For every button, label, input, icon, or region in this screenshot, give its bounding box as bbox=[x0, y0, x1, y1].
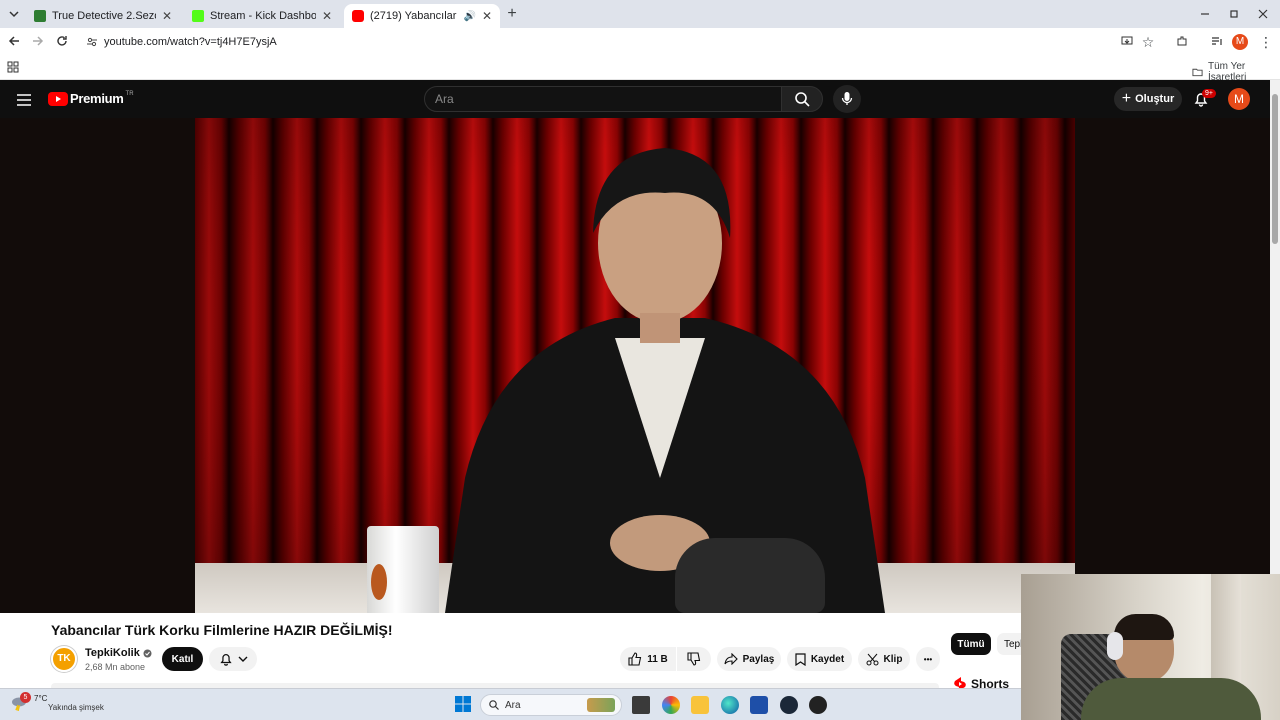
youtube-header: Premium TR + Oluştur 9+ M bbox=[0, 80, 1280, 118]
browser-menu-icon[interactable]: ⋮ bbox=[1257, 33, 1275, 51]
notifications-badge: 9+ bbox=[1202, 89, 1216, 98]
scrollbar-thumb[interactable] bbox=[1272, 94, 1278, 244]
reload-icon[interactable] bbox=[53, 33, 71, 51]
chip-all[interactable]: Tümü bbox=[951, 633, 991, 655]
weather-temperature: 7°C bbox=[34, 694, 48, 703]
page-scrollbar[interactable] bbox=[1270, 80, 1280, 575]
youtube-favicon-icon bbox=[352, 10, 364, 22]
edge-browser-icon[interactable] bbox=[721, 696, 739, 714]
new-tab-button[interactable]: + bbox=[503, 5, 521, 23]
tab-search-chevron-icon[interactable] bbox=[5, 5, 23, 23]
tab-close-icon[interactable]: ✕ bbox=[322, 9, 332, 23]
copilot-icon[interactable] bbox=[662, 696, 680, 714]
webcam-overlay bbox=[1021, 574, 1280, 720]
microsoft-store-icon[interactable] bbox=[750, 696, 768, 714]
youtube-premium-logo[interactable]: Premium TR bbox=[48, 91, 134, 106]
task-view-icon[interactable] bbox=[632, 696, 650, 714]
bookmarks-bar: Tüm Yer İşaretleri bbox=[0, 56, 1280, 83]
mug-logo-icon bbox=[371, 564, 387, 600]
weather-alert-badge: 5 bbox=[20, 692, 31, 703]
weather-description: Yakında şimşek bbox=[48, 703, 104, 712]
join-button[interactable]: Katıl bbox=[162, 647, 203, 671]
dislike-button[interactable] bbox=[677, 647, 711, 671]
obs-studio-icon[interactable] bbox=[809, 696, 827, 714]
url-bar[interactable]: youtube.com/watch?v=tj4H7E7ysjA bbox=[80, 31, 1100, 53]
verified-check-icon bbox=[143, 649, 152, 657]
windows-start-icon[interactable] bbox=[455, 696, 471, 717]
site-info-icon[interactable] bbox=[86, 36, 98, 51]
bookmark-save-icon bbox=[795, 652, 806, 666]
share-button[interactable]: Paylaş bbox=[717, 647, 781, 671]
youtube-play-logo-icon bbox=[48, 91, 68, 106]
apps-grid-icon[interactable] bbox=[7, 61, 19, 76]
browser-tab-youtube[interactable]: (2719) Yabancılar Türk Korku 🔊 ✕ bbox=[344, 4, 500, 28]
presenter-figure bbox=[445, 148, 885, 613]
chevron-down-icon bbox=[238, 656, 247, 662]
search-button[interactable] bbox=[781, 86, 823, 112]
more-actions-button[interactable]: ••• bbox=[916, 647, 940, 671]
browser-address-bar: youtube.com/watch?v=tj4H7E7ysjA ☆ M ⋮ bbox=[0, 28, 1280, 56]
share-arrow-icon bbox=[724, 653, 738, 665]
media-controls-icon[interactable] bbox=[1208, 33, 1226, 51]
browser-tab-kick-dashboard[interactable]: Stream - Kick Dashboard ✕ bbox=[184, 4, 340, 28]
headset bbox=[1107, 632, 1123, 660]
url-text: youtube.com/watch?v=tj4H7E7ysjA bbox=[104, 36, 277, 48]
plus-icon: + bbox=[1121, 90, 1132, 107]
streamer-shirt bbox=[1081, 678, 1261, 720]
kick-favicon-icon bbox=[192, 10, 204, 22]
coffee-mug bbox=[367, 526, 439, 613]
search-input[interactable] bbox=[424, 86, 782, 112]
minimize-window-icon[interactable] bbox=[1196, 5, 1214, 23]
channel-avatar[interactable]: TK bbox=[51, 646, 77, 672]
hamburger-menu-icon[interactable] bbox=[17, 93, 31, 111]
video-frame[interactable] bbox=[195, 118, 1075, 613]
windows-taskbar: 7°C Yakında şimşek 5 Ara bbox=[0, 688, 1021, 720]
extensions-puzzle-icon[interactable] bbox=[1173, 33, 1191, 51]
thumbs-up-icon bbox=[628, 652, 642, 666]
microphone-icon bbox=[841, 92, 853, 105]
steam-icon[interactable] bbox=[780, 696, 798, 714]
thumbs-down-icon bbox=[687, 652, 701, 666]
browser-tab-true-detective[interactable]: True Detective 2.Sezon 3.Bölüm ✕ bbox=[26, 4, 180, 28]
tab-audio-icon[interactable]: 🔊 bbox=[463, 11, 475, 22]
tab-close-icon[interactable]: ✕ bbox=[162, 9, 172, 23]
chip-channel[interactable]: Tepk bbox=[997, 633, 1021, 655]
install-app-icon[interactable] bbox=[1118, 33, 1136, 51]
account-avatar[interactable]: M bbox=[1228, 88, 1250, 110]
tab-favicon-icon bbox=[34, 10, 46, 22]
file-explorer-icon[interactable] bbox=[691, 696, 709, 714]
subscriber-count: 2,68 Mn abone bbox=[85, 662, 146, 672]
search-icon bbox=[489, 700, 499, 710]
taskbar-search[interactable]: Ara bbox=[480, 694, 622, 716]
create-button[interactable]: + Oluştur bbox=[1114, 87, 1182, 111]
tab-close-icon[interactable]: ✕ bbox=[482, 9, 492, 23]
voice-search-button[interactable] bbox=[833, 85, 861, 113]
folder-icon bbox=[1192, 68, 1203, 77]
bookmark-star-icon[interactable]: ☆ bbox=[1139, 33, 1157, 51]
restore-window-icon[interactable] bbox=[1225, 5, 1243, 23]
scissors-icon bbox=[866, 653, 879, 665]
video-title: Yabancılar Türk Korku Filmlerine HAZIR D… bbox=[51, 622, 393, 638]
clip-button[interactable]: Klip bbox=[858, 647, 910, 671]
video-player[interactable] bbox=[0, 118, 1270, 613]
search-highlight-icon bbox=[587, 698, 615, 712]
channel-name-link[interactable]: TepkiKolik bbox=[85, 647, 152, 659]
streamer-hair bbox=[1114, 614, 1174, 640]
subscription-bell-button[interactable] bbox=[209, 647, 257, 671]
streamer-head bbox=[1114, 614, 1174, 682]
profile-avatar[interactable]: M bbox=[1232, 34, 1248, 50]
search-icon bbox=[795, 92, 810, 107]
like-button[interactable]: 11 B bbox=[620, 647, 676, 671]
browser-tab-bar: True Detective 2.Sezon 3.Bölüm ✕ Stream … bbox=[0, 0, 1280, 28]
close-window-icon[interactable] bbox=[1254, 5, 1272, 23]
headphones bbox=[675, 538, 825, 613]
back-arrow-icon[interactable] bbox=[5, 33, 23, 51]
forward-arrow-icon[interactable] bbox=[29, 33, 47, 51]
bell-icon bbox=[219, 654, 232, 666]
save-button[interactable]: Kaydet bbox=[787, 647, 852, 671]
